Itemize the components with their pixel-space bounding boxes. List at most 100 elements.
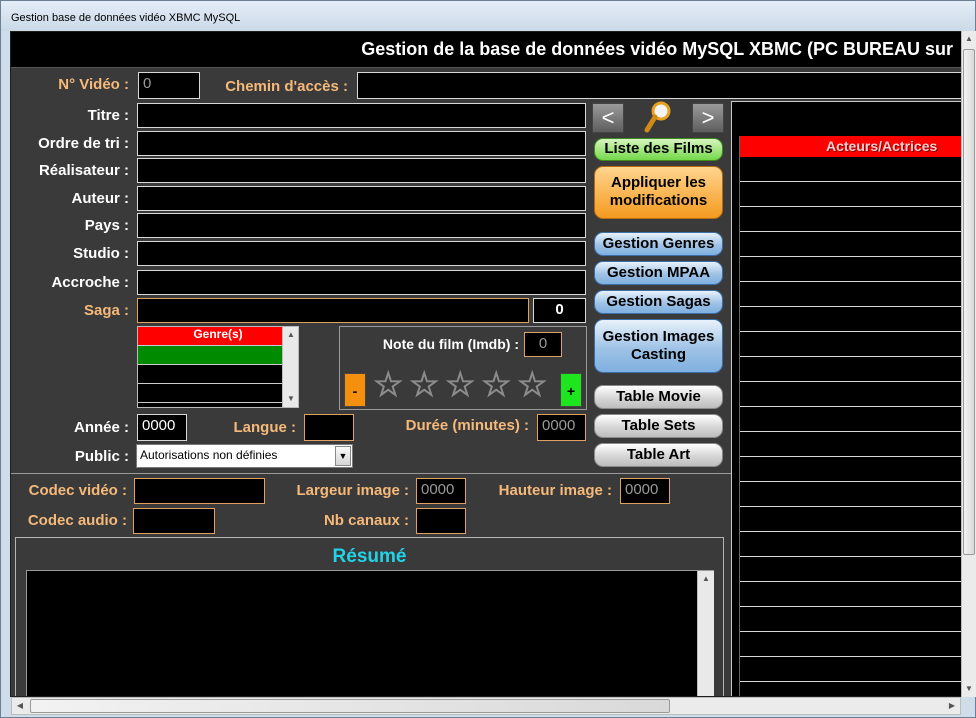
list-item[interactable] — [138, 346, 298, 365]
hauteur-field[interactable]: 0000 — [620, 478, 670, 504]
pays-field[interactable] — [137, 213, 586, 238]
duree-field[interactable]: 0000 — [537, 414, 586, 441]
star-icon[interactable]: ☆ — [444, 368, 476, 403]
annee-field[interactable]: 0000 — [137, 414, 187, 441]
rating-plus-button[interactable]: + — [560, 373, 582, 407]
window-horizontal-scrollbar[interactable]: ◀ ▶ — [11, 697, 961, 715]
app-window: Gestion base de données vidéo XBMC MySQL… — [0, 0, 976, 718]
accroche-field[interactable] — [137, 270, 586, 295]
star-icon[interactable]: ☆ — [516, 368, 548, 403]
chevron-down-icon[interactable]: ▼ — [335, 446, 351, 466]
resume-scrollbar[interactable]: ▲ — [697, 571, 714, 696]
genres-list[interactable]: Genre(s) ▲ ▼ — [137, 326, 299, 408]
table-row[interactable] — [740, 232, 961, 257]
label-chemin: Chemin d'accès : — [225, 78, 348, 95]
table-row[interactable] — [740, 157, 961, 182]
gestion-sagas-button[interactable]: Gestion Sagas — [594, 290, 723, 314]
star-icon[interactable]: ☆ — [408, 368, 440, 403]
langue-field[interactable] — [304, 414, 354, 441]
label-langue: Langue : — [233, 419, 297, 436]
auteur-field[interactable] — [137, 186, 586, 211]
resume-section: Résumé ▲ — [15, 537, 724, 696]
prev-button[interactable]: < — [592, 103, 624, 133]
note-value: 0 — [524, 332, 562, 357]
star-icon[interactable]: ☆ — [480, 368, 512, 403]
scroll-up-icon[interactable]: ▲ — [962, 31, 976, 47]
table-row[interactable] — [740, 632, 961, 657]
table-sets-button[interactable]: Table Sets — [594, 414, 723, 438]
chemin-field[interactable] — [357, 72, 961, 99]
table-row[interactable] — [740, 682, 961, 696]
scrollbar-thumb[interactable] — [963, 49, 975, 555]
titre-field[interactable] — [137, 103, 586, 128]
studio-field[interactable] — [137, 241, 586, 266]
saga-field[interactable] — [137, 298, 529, 323]
divider — [11, 473, 731, 474]
liste-films-button[interactable]: Liste des Films — [594, 138, 723, 161]
public-select-value: Autorisations non définies — [140, 448, 278, 462]
table-row[interactable] — [740, 507, 961, 532]
realisateur-field[interactable] — [137, 158, 586, 183]
list-item[interactable] — [138, 384, 298, 403]
table-row[interactable] — [740, 457, 961, 482]
table-row[interactable] — [740, 332, 961, 357]
table-row[interactable] — [740, 532, 961, 557]
nb-canaux-field[interactable] — [416, 508, 466, 534]
label-hauteur: Hauteur image : — [498, 482, 612, 499]
table-art-button[interactable]: Table Art — [594, 443, 723, 467]
ordre-tri-field[interactable] — [137, 131, 586, 156]
gestion-images-casting-button[interactable]: Gestion Images Casting — [594, 319, 723, 373]
no-video-field[interactable]: 0 — [138, 72, 200, 99]
next-button[interactable]: > — [692, 103, 724, 133]
table-row[interactable] — [740, 207, 961, 232]
table-row[interactable] — [740, 357, 961, 382]
label-realisateur: Réalisateur : — [38, 162, 129, 179]
table-row[interactable] — [740, 607, 961, 632]
table-movie-button[interactable]: Table Movie — [594, 385, 723, 409]
table-row[interactable] — [740, 482, 961, 507]
star-icon[interactable]: ☆ — [372, 368, 404, 403]
label-duree: Durée (minutes) : — [405, 417, 529, 434]
scroll-down-icon[interactable]: ▼ — [962, 681, 976, 697]
gestion-genres-button[interactable]: Gestion Genres — [594, 232, 723, 256]
main-form: Gestion de la base de données vidéo MySQ… — [10, 31, 962, 697]
table-row[interactable] — [740, 307, 961, 332]
table-row[interactable] — [740, 582, 961, 607]
table-row[interactable] — [740, 257, 961, 282]
table-row[interactable] — [740, 657, 961, 682]
label-auteur: Auteur : — [71, 190, 130, 207]
resume-textarea[interactable]: ▲ — [26, 570, 714, 696]
table-row[interactable] — [740, 182, 961, 207]
label-saga: Saga : — [83, 302, 129, 319]
actors-table[interactable]: Acteurs/Actrices — [739, 136, 961, 696]
list-item[interactable] — [138, 365, 298, 384]
public-select[interactable]: Autorisations non définies ▼ — [136, 444, 353, 468]
label-studio: Studio : — [73, 245, 129, 262]
rating-minus-button[interactable]: - — [344, 373, 366, 407]
scroll-down-icon[interactable]: ▼ — [283, 391, 298, 407]
appliquer-button[interactable]: Appliquer les modifications — [594, 166, 723, 219]
table-row[interactable] — [740, 432, 961, 457]
largeur-field[interactable]: 0000 — [416, 478, 466, 504]
resume-title: Résumé — [332, 546, 407, 567]
codec-audio-field[interactable] — [133, 508, 215, 534]
search-icon[interactable] — [643, 100, 673, 134]
table-row[interactable] — [740, 407, 961, 432]
label-nb-canaux: Nb canaux : — [323, 512, 409, 529]
codec-video-field[interactable] — [134, 478, 265, 504]
scroll-left-icon[interactable]: ◀ — [12, 698, 28, 714]
window-vertical-scrollbar[interactable]: ▲ ▼ — [961, 31, 976, 697]
label-pays: Pays : — [84, 217, 129, 234]
scrollbar-thumb[interactable] — [30, 699, 670, 713]
label-codec-video: Codec vidéo : — [28, 482, 127, 499]
scroll-up-icon[interactable]: ▲ — [698, 571, 714, 587]
table-row[interactable] — [740, 557, 961, 582]
label-public: Public : — [74, 448, 129, 465]
table-row[interactable] — [740, 282, 961, 307]
gestion-mpaa-button[interactable]: Gestion MPAA — [594, 261, 723, 285]
table-row[interactable] — [740, 382, 961, 407]
genres-scrollbar[interactable]: ▲ ▼ — [282, 327, 298, 407]
label-annee: Année : — [73, 419, 129, 436]
scroll-up-icon[interactable]: ▲ — [283, 327, 298, 343]
scroll-right-icon[interactable]: ▶ — [944, 698, 960, 714]
